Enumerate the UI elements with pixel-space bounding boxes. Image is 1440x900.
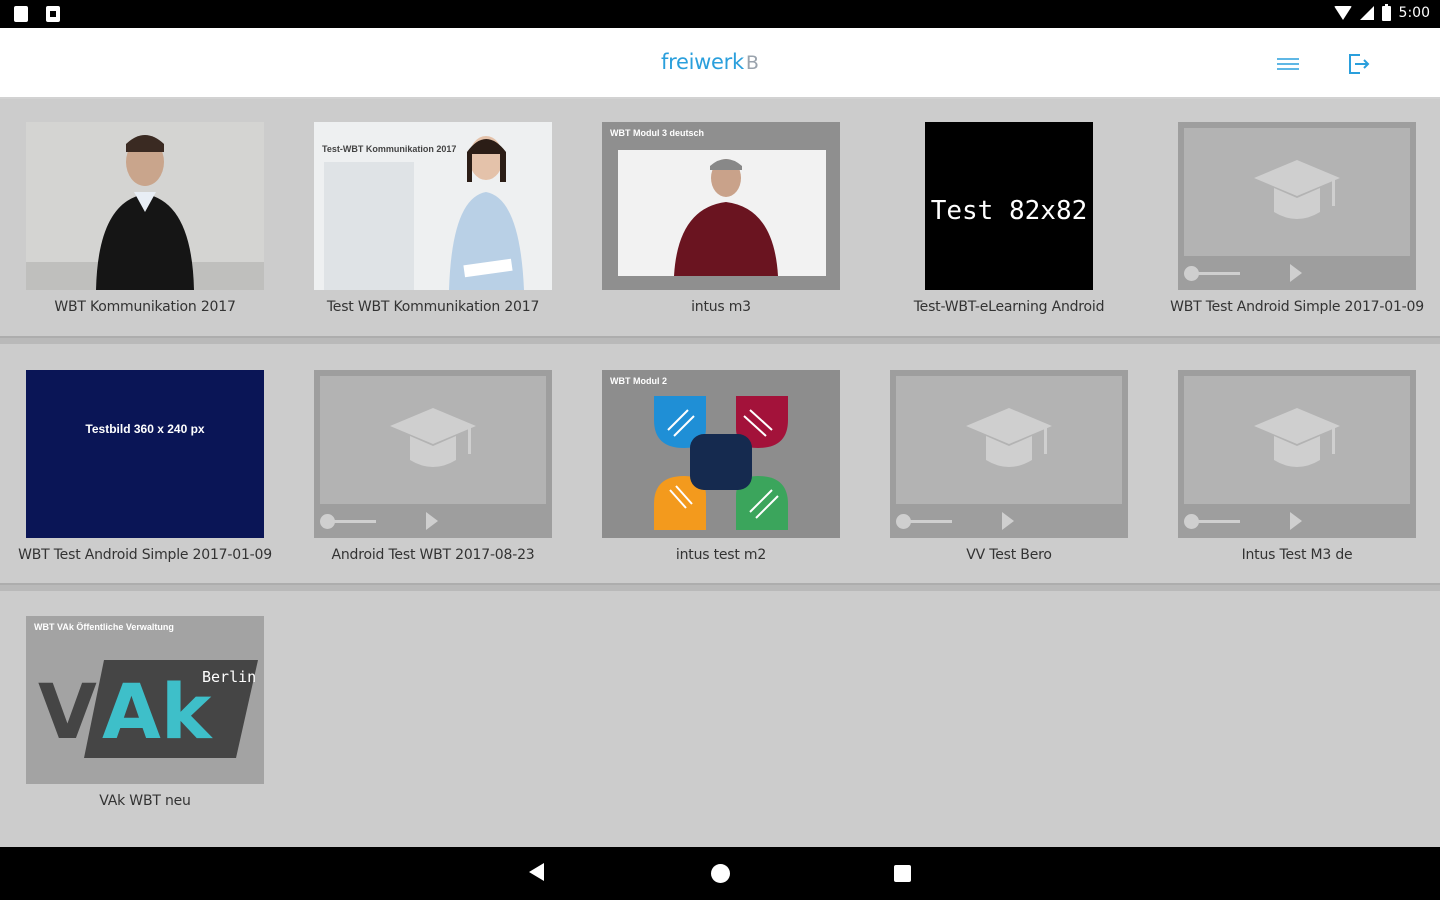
graduation-cap-icon: [390, 408, 476, 467]
course-thumbnail: WBT VAk Öffentliche Verwaltung V Ak Berl…: [26, 616, 264, 784]
graduation-cap-icon: [966, 408, 1052, 467]
svg-text:Berlin: Berlin: [202, 668, 256, 686]
row-divider: [0, 583, 1440, 591]
thumbnail-text: Testbild 360 x 240 px: [85, 422, 205, 436]
home-icon[interactable]: [711, 864, 730, 883]
status-bar: 5:00: [0, 0, 1440, 28]
thumbnail-text: WBT Modul 3 deutsch: [610, 128, 704, 138]
thumbnail-text: Test 82x82: [930, 196, 1088, 226]
navigation-bar: [0, 847, 1440, 900]
vak-logo: V Ak Berlin: [38, 660, 258, 758]
course-title: Intus Test M3 de: [1241, 547, 1353, 563]
course-grid: WBT Kommunikation 2017 Test-WBT Kommunik…: [0, 99, 1440, 847]
app-bar: freiwerk B: [0, 28, 1440, 99]
course-thumbnail-placeholder: [1178, 122, 1416, 290]
course-card[interactable]: Test 82x82 Test-WBT-eLearning Android: [864, 122, 1154, 315]
course-title: Test WBT Kommunikation 2017: [326, 299, 540, 315]
row-divider: [0, 336, 1440, 344]
graduation-cap-icon: [1254, 160, 1340, 219]
wifi-icon: [1333, 6, 1352, 20]
course-title: intus m3: [691, 299, 751, 315]
course-thumbnail: [26, 122, 264, 290]
course-thumbnail-placeholder: [1178, 370, 1416, 538]
signal-icon: [1359, 6, 1374, 20]
course-row-3: WBT VAk Öffentliche Verwaltung V Ak Berl…: [0, 593, 1440, 833]
app-logo-text: freiwerk: [661, 50, 744, 74]
course-card[interactable]: WBT Test Android Simple 2017-01-09: [1152, 122, 1440, 315]
status-system: 5:00: [1333, 3, 1430, 21]
graduation-cap-icon: [1254, 408, 1340, 467]
course-title: VAk WBT neu: [99, 793, 191, 809]
course-card[interactable]: VV Test Bero: [864, 370, 1154, 563]
course-title: Android Test WBT 2017-08-23: [331, 547, 535, 563]
course-card[interactable]: Intus Test M3 de: [1152, 370, 1440, 563]
course-thumbnail: WBT Modul 3 deutsch: [602, 122, 840, 290]
course-title: WBT Test Android Simple 2017-01-09: [18, 547, 272, 563]
course-title: Test-WBT-eLearning Android: [913, 299, 1105, 315]
course-card[interactable]: Test-WBT Kommunikation 2017 Test WBT Kom…: [288, 122, 578, 315]
course-card[interactable]: WBT Modul 2 intus test m2: [576, 370, 866, 563]
notification-icon: [46, 6, 60, 22]
svg-text:Ak: Ak: [102, 667, 213, 756]
sd-card-icon: [14, 6, 28, 22]
course-thumbnail: Test 82x82: [925, 122, 1093, 290]
course-card[interactable]: Testbild 360 x 240 px WBT Test Android S…: [0, 370, 290, 563]
course-thumbnail: WBT Modul 2: [602, 370, 840, 538]
recents-icon[interactable]: [894, 865, 911, 882]
menu-icon[interactable]: [1277, 55, 1299, 73]
course-title: WBT Test Android Simple 2017-01-09: [1170, 299, 1424, 315]
course-thumbnail-placeholder: [314, 370, 552, 538]
status-notifications: [14, 6, 60, 22]
course-title: VV Test Bero: [966, 547, 1052, 563]
app-logo: freiwerk B: [661, 50, 759, 74]
course-row-1: WBT Kommunikation 2017 Test-WBT Kommunik…: [0, 99, 1440, 339]
course-title: WBT Kommunikation 2017: [54, 299, 236, 315]
logout-icon[interactable]: [1346, 52, 1372, 76]
course-thumbnail: Testbild 360 x 240 px: [26, 370, 264, 538]
status-time: 5:00: [1398, 5, 1430, 21]
course-thumbnail-placeholder: [890, 370, 1128, 538]
app-logo-mark: B: [745, 52, 759, 74]
course-card[interactable]: WBT VAk Öffentliche Verwaltung V Ak Berl…: [0, 616, 290, 809]
course-thumbnail: Test-WBT Kommunikation 2017: [314, 122, 552, 290]
course-title: intus test m2: [675, 547, 767, 563]
course-card[interactable]: WBT Kommunikation 2017: [0, 122, 290, 315]
course-card[interactable]: WBT Modul 3 deutsch intus m3: [576, 122, 866, 315]
svg-text:V: V: [38, 667, 97, 756]
thumbnail-text: Test-WBT Kommunikation 2017: [322, 144, 457, 154]
course-card[interactable]: Android Test WBT 2017-08-23: [288, 370, 578, 563]
battery-icon: [1381, 3, 1391, 21]
course-row-2: Testbild 360 x 240 px WBT Test Android S…: [0, 346, 1440, 586]
back-icon[interactable]: [529, 863, 544, 881]
